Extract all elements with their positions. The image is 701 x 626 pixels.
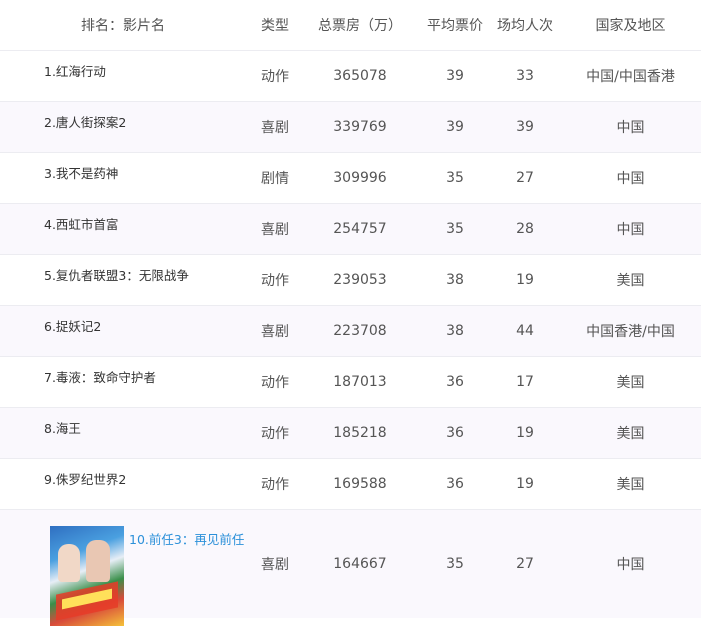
movie-poster[interactable] — [50, 526, 124, 626]
movie-title[interactable]: 5.复仇者联盟3：无限战争 — [0, 255, 250, 305]
movie-country: 美国 — [616, 426, 645, 442]
movie-title[interactable]: 2.唐人街探案2 — [0, 102, 250, 152]
table-header: 排名：影片名 类型 总票房（万） 平均票价 场均人次 国家及地区 — [0, 0, 701, 51]
movie-avg-price: 35 — [446, 170, 464, 186]
movie-avg-price: 35 — [446, 556, 464, 572]
movie-avg-audience: 19 — [516, 272, 534, 288]
movie-type: 喜剧 — [261, 557, 289, 573]
movie-avg-audience: 19 — [516, 425, 534, 441]
movie-avg-price: 36 — [446, 476, 464, 492]
movie-avg-price: 36 — [446, 374, 464, 390]
movie-title[interactable]: 4.西虹市首富 — [0, 204, 250, 254]
movie-avg-audience: 27 — [516, 556, 534, 572]
movie-country: 中国 — [616, 222, 645, 238]
movie-avg-audience: 17 — [516, 374, 534, 390]
movie-type: 动作 — [261, 375, 289, 391]
movie-country: 中国 — [616, 557, 645, 573]
movie-box-office: 239053 — [333, 272, 387, 288]
movie-title[interactable]: 9.侏罗纪世界2 — [0, 459, 250, 509]
movie-country: 中国 — [616, 120, 645, 136]
movie-country: 中国 — [616, 171, 645, 187]
movie-title[interactable]: 1.红海行动 — [0, 51, 250, 101]
movie-avg-audience: 28 — [516, 221, 534, 237]
movie-box-office: 169588 — [333, 476, 387, 492]
header-rank-name[interactable]: 排名：影片名 — [0, 15, 250, 35]
movie-cell: 10.前任3：再见前任 — [0, 510, 250, 626]
table-row[interactable]: 3.我不是药神 剧情 309996 35 27 中国 — [0, 153, 701, 204]
movie-box-office: 187013 — [333, 374, 387, 390]
table-row[interactable]: 2.唐人街探案2 喜剧 339769 39 39 中国 — [0, 102, 701, 153]
movie-avg-audience: 33 — [516, 68, 534, 84]
movie-avg-price: 39 — [446, 119, 464, 135]
movie-avg-audience: 27 — [516, 170, 534, 186]
header-type[interactable]: 类型 — [250, 15, 300, 35]
movie-type: 喜剧 — [261, 324, 289, 340]
movie-box-office: 254757 — [333, 221, 387, 237]
table-row[interactable]: 4.西虹市首富 喜剧 254757 35 28 中国 — [0, 204, 701, 255]
table-row[interactable]: 9.侏罗纪世界2 动作 169588 36 19 美国 — [0, 459, 701, 510]
movie-avg-audience: 44 — [516, 323, 534, 339]
movie-box-office: 309996 — [333, 170, 387, 186]
movie-avg-price: 39 — [446, 68, 464, 84]
movie-box-office: 164667 — [333, 556, 387, 572]
movie-country: 中国香港/中国 — [586, 324, 675, 340]
header-avg-audience[interactable]: 场均人次 — [490, 15, 560, 35]
movie-country: 美国 — [616, 273, 645, 289]
movie-avg-audience: 39 — [516, 119, 534, 135]
movie-box-office: 365078 — [333, 68, 387, 84]
table-row[interactable]: 8.海王 动作 185218 36 19 美国 — [0, 408, 701, 459]
movie-type: 动作 — [261, 273, 289, 289]
movie-avg-price: 38 — [446, 272, 464, 288]
header-country[interactable]: 国家及地区 — [560, 15, 701, 35]
table-row[interactable]: 7.毒液：致命守护者 动作 187013 36 17 美国 — [0, 357, 701, 408]
table-row[interactable]: 1.红海行动 动作 365078 39 33 中国/中国香港 — [0, 51, 701, 102]
box-office-table: 排名：影片名 类型 总票房（万） 平均票价 场均人次 国家及地区 1.红海行动 … — [0, 0, 701, 626]
table-row[interactable]: 10.前任3：再见前任 喜剧 164667 35 27 中国 — [0, 510, 701, 626]
movie-country: 中国/中国香港 — [586, 69, 675, 85]
movie-country: 美国 — [616, 375, 645, 391]
movie-title-link[interactable]: 10.前任3：再见前任 — [129, 520, 244, 548]
movie-country: 美国 — [616, 477, 645, 493]
header-avg-price[interactable]: 平均票价 — [420, 15, 490, 35]
movie-avg-price: 36 — [446, 425, 464, 441]
movie-box-office: 339769 — [333, 119, 387, 135]
header-box-office[interactable]: 总票房（万） — [300, 15, 420, 35]
movie-title[interactable]: 7.毒液：致命守护者 — [0, 357, 250, 407]
movie-avg-price: 35 — [446, 221, 464, 237]
table-row[interactable]: 5.复仇者联盟3：无限战争 动作 239053 38 19 美国 — [0, 255, 701, 306]
movie-title[interactable]: 6.捉妖记2 — [0, 306, 250, 356]
movie-type: 喜剧 — [261, 222, 289, 238]
movie-title[interactable]: 8.海王 — [0, 408, 250, 458]
movie-type: 动作 — [261, 69, 289, 85]
movie-type: 动作 — [261, 477, 289, 493]
movie-type: 剧情 — [261, 171, 289, 187]
movie-avg-price: 38 — [446, 323, 464, 339]
movie-avg-audience: 19 — [516, 476, 534, 492]
table-row[interactable]: 6.捉妖记2 喜剧 223708 38 44 中国香港/中国 — [0, 306, 701, 357]
movie-type: 喜剧 — [261, 120, 289, 136]
movie-box-office: 223708 — [333, 323, 387, 339]
movie-title[interactable]: 3.我不是药神 — [0, 153, 250, 203]
movie-box-office: 185218 — [333, 425, 387, 441]
movie-type: 动作 — [261, 426, 289, 442]
